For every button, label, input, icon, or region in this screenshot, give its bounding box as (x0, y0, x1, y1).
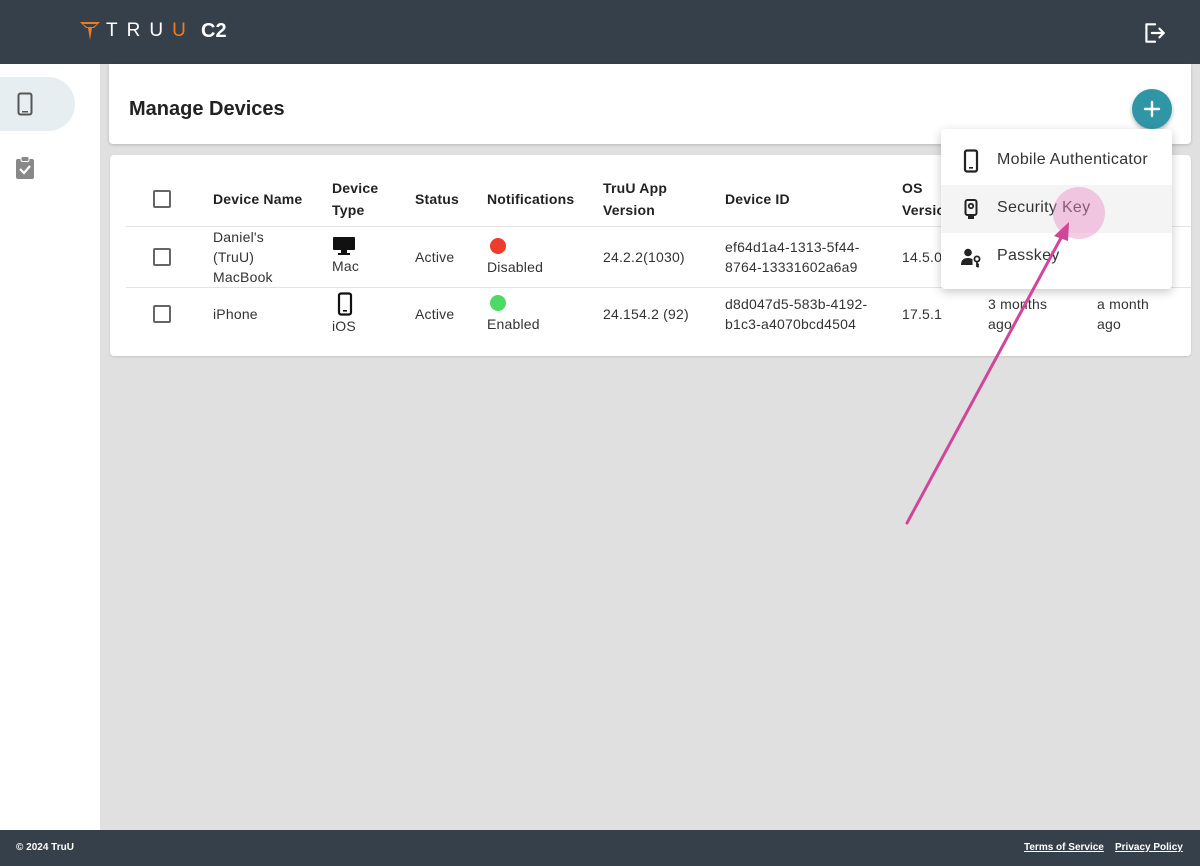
sidebar-item-devices[interactable] (0, 77, 75, 131)
time-line: a month (1097, 296, 1149, 312)
device-id: d8d047d5-583b-4192- b1c3-a4070bcd4504 (725, 294, 867, 334)
device-id-line: 8764-13331602a6a9 (725, 259, 858, 275)
notification-label: Enabled (487, 316, 540, 332)
sidebar (0, 64, 100, 830)
device-name-line: Daniel's (213, 229, 264, 245)
sidebar-item-tasks[interactable] (0, 141, 75, 195)
menu-item-mobile-authenticator[interactable]: Mobile Authenticator (941, 137, 1172, 185)
header-line: Device (332, 180, 379, 196)
device-type-label: iOS (332, 318, 356, 334)
header-line: Versio (902, 202, 946, 218)
clipboard-check-icon (15, 156, 34, 179)
terms-of-service-link[interactable]: Terms of Service (1024, 842, 1104, 853)
device-name-line: MacBook (213, 269, 273, 285)
top-bar: TRUU C2 (0, 0, 1200, 64)
header-line: TruU App (603, 180, 668, 196)
privacy-policy-link[interactable]: Privacy Policy (1115, 842, 1183, 853)
column-header-device-name[interactable]: Device Name (213, 189, 302, 209)
menu-item-passkey[interactable]: Passkey (941, 233, 1172, 281)
device-name[interactable]: Daniel's (TruU) MacBook (213, 227, 273, 287)
status-dot-disabled (490, 238, 506, 254)
smartphone-icon (17, 92, 32, 116)
device-name-line: (TruU) (213, 249, 255, 265)
header-line: Version (603, 202, 655, 218)
add-device-menu: Mobile Authenticator Security Key Passke… (941, 129, 1172, 289)
row-checkbox[interactable] (153, 248, 171, 266)
column-header-app-version[interactable]: TruU App Version (603, 178, 667, 220)
header-line: Type (332, 202, 365, 218)
truu-logo: TRUU (80, 20, 195, 42)
page-title: Manage Devices (129, 98, 285, 120)
device-type: Mac (332, 236, 359, 276)
os-version: 14.5.0 (902, 249, 943, 265)
row-checkbox[interactable] (153, 305, 171, 323)
menu-item-label: Passkey (997, 247, 1060, 264)
app-name: C2 (201, 20, 227, 42)
smartphone-icon (337, 292, 353, 316)
device-name[interactable]: iPhone (213, 304, 258, 324)
time-line: ago (1097, 316, 1121, 332)
desktop-icon (333, 237, 355, 255)
plus-icon (1143, 100, 1161, 118)
time-line: 3 months (988, 296, 1048, 312)
time-line: ago (988, 316, 1012, 332)
column-header-device-id[interactable]: Device ID (725, 189, 790, 209)
status-dot-enabled (490, 295, 506, 311)
device-type-label: Mac (332, 258, 360, 274)
logout-icon[interactable] (1141, 20, 1167, 46)
footer: © 2024 TruU Terms of Service Privacy Pol… (0, 830, 1200, 866)
os-version: 17.5.1 (902, 306, 943, 322)
column-header-notifications[interactable]: Notifications (487, 189, 574, 209)
device-id: ef64d1a4-1313-5f44- 8764-13331602a6a9 (725, 237, 860, 277)
device-status: Active (415, 249, 455, 265)
add-device-button[interactable] (1132, 89, 1172, 129)
menu-item-security-key[interactable]: Security Key (941, 185, 1172, 233)
last-seen-relative-time: a month ago (1097, 294, 1149, 334)
app-version: 24.154.2 (92) (603, 306, 689, 322)
device-status: Active (415, 306, 455, 322)
app-version: 24.2.2(1030) (603, 249, 685, 265)
notification-status: Enabled (487, 295, 540, 334)
notification-status: Disabled (487, 238, 543, 277)
device-id-line: d8d047d5-583b-4192- (725, 296, 868, 312)
notification-label: Disabled (487, 259, 544, 275)
device-id-line: ef64d1a4-1313-5f44- (725, 239, 860, 255)
device-id-line: b1c3-a4070bcd4504 (725, 316, 857, 332)
smartphone-icon (963, 149, 979, 173)
column-header-status[interactable]: Status (415, 189, 459, 209)
menu-item-label: Mobile Authenticator (997, 151, 1148, 168)
column-header-device-type[interactable]: Device Type (332, 178, 378, 220)
column-header-os-version[interactable]: OS Versio (902, 178, 945, 220)
header-line: OS (902, 180, 923, 196)
truu-logo-mark-icon (80, 22, 100, 40)
created-relative-time: 3 months ago (988, 294, 1047, 334)
copyright: © 2024 TruU (16, 842, 74, 853)
menu-item-label: Security Key (997, 199, 1091, 216)
device-type: iOS (332, 292, 357, 336)
user-key-icon (961, 248, 981, 268)
logo-wordmark: TRUU (106, 20, 195, 41)
select-all-checkbox[interactable] (153, 190, 171, 208)
security-key-icon (964, 199, 978, 219)
